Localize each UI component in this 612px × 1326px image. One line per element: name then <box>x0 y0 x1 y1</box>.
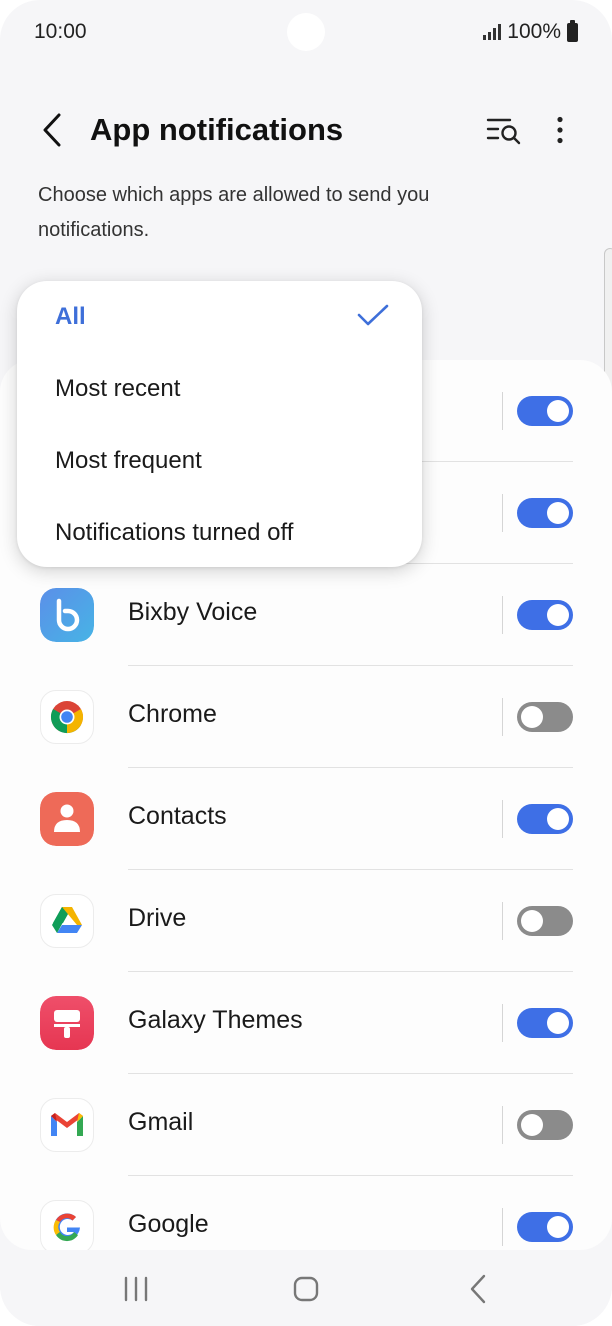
drive-icon <box>40 894 94 948</box>
notification-toggle[interactable] <box>517 396 573 426</box>
row-separator <box>502 1208 503 1246</box>
home-button[interactable] <box>276 1264 336 1314</box>
home-icon <box>293 1276 319 1302</box>
app-name: Gmail <box>128 1108 194 1136</box>
row-separator <box>502 392 503 430</box>
app-name: Chrome <box>128 700 217 728</box>
page-title: App notifications <box>90 112 344 147</box>
filter-search-button[interactable] <box>480 108 528 152</box>
app-row-google[interactable]: Google <box>0 1176 612 1250</box>
app-name: Drive <box>128 904 187 932</box>
page-description: Choose which apps are allowed to send yo… <box>38 184 430 241</box>
back-button[interactable] <box>30 108 74 152</box>
gmail-toggle[interactable] <box>517 1110 573 1140</box>
nav-back-icon <box>470 1274 486 1304</box>
contacts-icon <box>40 792 94 846</box>
bixby-voice-icon <box>40 588 94 642</box>
recent-apps-icon <box>124 1276 148 1302</box>
row-separator <box>502 698 503 736</box>
galaxy-themes-toggle[interactable] <box>517 1008 573 1038</box>
more-vertical-icon <box>557 116 563 144</box>
chrome-icon <box>40 690 94 744</box>
status-time: 10:00 <box>34 20 87 43</box>
app-row-gmail[interactable]: Gmail <box>0 1074 612 1176</box>
bixby-voice-toggle[interactable] <box>517 600 573 630</box>
app-row-bixby-voice[interactable]: Bixby Voice <box>0 564 612 666</box>
app-row-contacts[interactable]: Contacts <box>0 768 612 870</box>
galaxy-themes-icon <box>40 996 94 1050</box>
app-name: Bixby Voice <box>128 598 258 626</box>
phone-screen: 10:00 100% App notifications Choose whic… <box>0 0 612 1326</box>
gmail-icon <box>40 1098 94 1152</box>
battery-icon <box>567 19 578 42</box>
app-row-galaxy-themes[interactable]: Galaxy Themes <box>0 972 612 1074</box>
filter-dropdown-menu: All Most recent Most frequent Notificati… <box>17 281 422 567</box>
row-separator <box>502 902 503 940</box>
menu-item-all[interactable]: All <box>55 303 86 331</box>
menu-item-notifications-turned-off[interactable]: Notifications turned off <box>55 519 293 547</box>
row-separator <box>502 494 503 532</box>
row-separator <box>502 1004 503 1042</box>
more-options-button[interactable] <box>540 108 580 152</box>
menu-item-most-frequent[interactable]: Most frequent <box>55 447 202 475</box>
chrome-toggle[interactable] <box>517 702 573 732</box>
google-toggle[interactable] <box>517 1212 573 1242</box>
status-indicators: 100% <box>483 19 578 44</box>
filter-search-icon <box>486 118 521 145</box>
app-name: Google <box>128 1210 209 1238</box>
drive-toggle[interactable] <box>517 906 573 936</box>
app-name: Galaxy Themes <box>128 1006 303 1034</box>
recent-apps-button[interactable] <box>106 1264 166 1314</box>
row-separator <box>502 1106 503 1144</box>
battery-percent: 100% <box>507 20 561 43</box>
app-row-drive[interactable]: Drive <box>0 870 612 972</box>
back-arrow-icon <box>43 113 61 147</box>
nav-back-button[interactable] <box>448 1264 508 1314</box>
menu-item-most-recent[interactable]: Most recent <box>55 375 180 403</box>
google-icon <box>40 1200 94 1250</box>
signal-icon <box>483 24 502 40</box>
contacts-toggle[interactable] <box>517 804 573 834</box>
app-name: Contacts <box>128 802 227 830</box>
notification-toggle[interactable] <box>517 498 573 528</box>
camera-cutout <box>287 13 325 51</box>
checkmark-icon <box>357 304 389 326</box>
navigation-bar <box>0 1250 612 1326</box>
row-separator <box>502 596 503 634</box>
app-row-chrome[interactable]: Chrome <box>0 666 612 768</box>
row-separator <box>502 800 503 838</box>
